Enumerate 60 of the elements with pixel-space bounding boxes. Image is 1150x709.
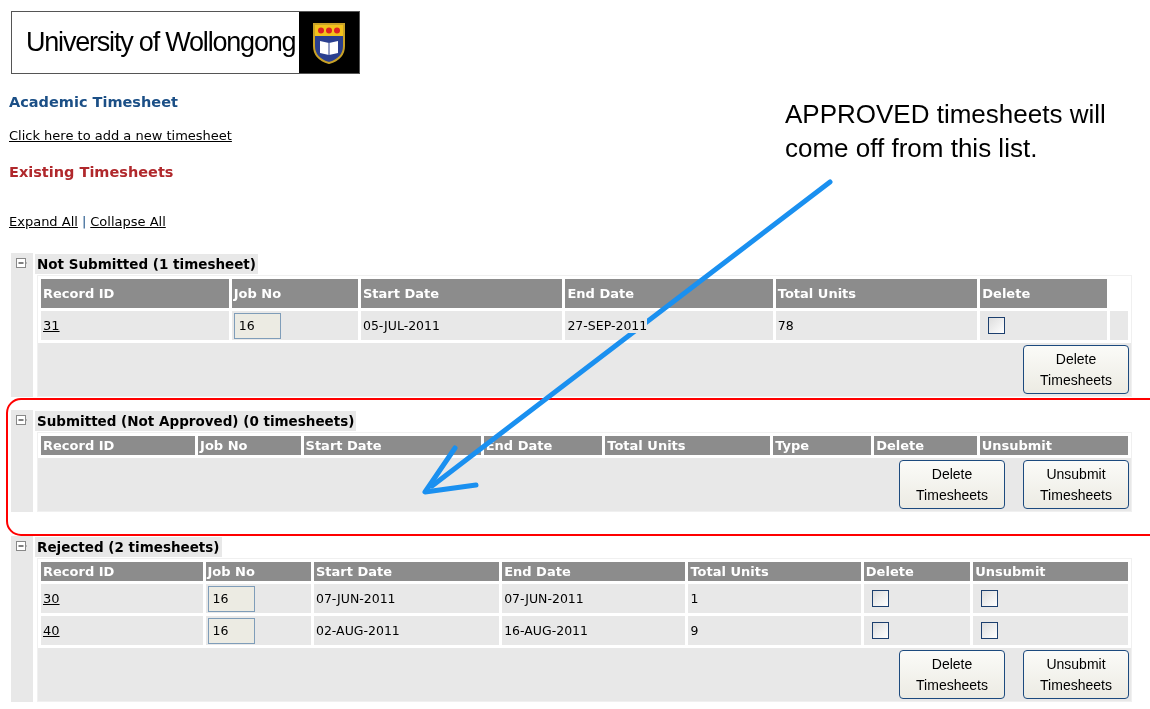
unsubmit-checkbox[interactable] [981,590,999,607]
table-cell: 9 [690,623,699,638]
group-title: Not Submitted (1 timesheet) [35,254,258,274]
column-header: End Date [565,279,773,308]
collapse-icon[interactable] [11,536,33,558]
column-header: Record ID [41,279,229,308]
delete-checkbox[interactable] [871,622,889,639]
section-heading: Existing Timesheets [9,164,175,180]
table-cell: 07-JUN-2011 [315,591,396,606]
column-header: Type [773,436,872,455]
collapse-icon[interactable] [11,253,33,275]
column-header: Total Units [775,279,978,308]
add-timesheet-link[interactable]: Click here to add a new timesheet [9,128,232,143]
table-cell: 27-SEP-2011 [567,318,648,333]
column-header: Delete [980,279,1107,308]
column-header: Record ID [41,436,196,455]
unsubmit-checkbox[interactable] [981,622,999,639]
page-title: Academic Timesheet [9,94,179,110]
column-header: End Date [502,562,686,581]
table-cell: 1 [690,591,699,606]
action-button[interactable]: Delete Timesheets [899,460,1005,509]
table-cell: 05-JUL-2011 [362,318,440,333]
column-header: Delete [874,436,977,455]
annotation-text: APPROVED timesheets will come off from this list. [785,98,1107,165]
delete-checkbox[interactable] [871,590,889,607]
column-header: Job No [198,436,301,455]
table-cell: 07-JUN-2011 [504,591,584,606]
column-header: Unsubmit [979,436,1128,455]
job-number-field[interactable]: 16 [207,617,255,644]
table-cell: 02-AUG-2011 [315,623,400,638]
collapse-icon[interactable] [11,410,33,432]
column-header: Total Units [605,436,771,455]
table-cell: 78 [777,318,794,333]
record-link[interactable]: 40 [43,623,60,638]
column-header: Start Date [313,562,500,581]
column-header: Start Date [303,436,481,455]
job-number-field[interactable]: 16 [207,585,255,612]
column-header: Delete [863,562,971,581]
column-header: Record ID [41,562,203,581]
column-header: Total Units [688,562,861,581]
group-title: Submitted (Not Approved) (0 timesheets) [35,411,357,431]
job-number-field[interactable]: 16 [233,312,281,339]
expand-all-link[interactable]: Expand All [9,214,78,229]
record-link[interactable]: 31 [43,318,60,333]
action-button[interactable]: Unsubmit Timesheets [1023,650,1129,699]
column-header: Start Date [360,279,563,308]
action-button[interactable]: Unsubmit Timesheets [1023,460,1129,509]
column-header: Job No [205,562,311,581]
separator: | [81,214,87,229]
collapse-all-link[interactable]: Collapse All [90,214,166,229]
action-button[interactable]: Delete Timesheets [899,650,1005,699]
shield-icon [312,21,346,64]
action-button[interactable]: Delete Timesheets [1023,345,1129,394]
record-link[interactable]: 30 [43,591,60,606]
column-header: Unsubmit [973,562,1128,581]
group-title: Rejected (2 timesheets) [35,537,222,557]
delete-checkbox[interactable] [988,317,1006,334]
table-cell: 16-AUG-2011 [504,623,588,638]
column-header: Job No [231,279,358,308]
logo-text: University of Wollongong [25,26,297,59]
